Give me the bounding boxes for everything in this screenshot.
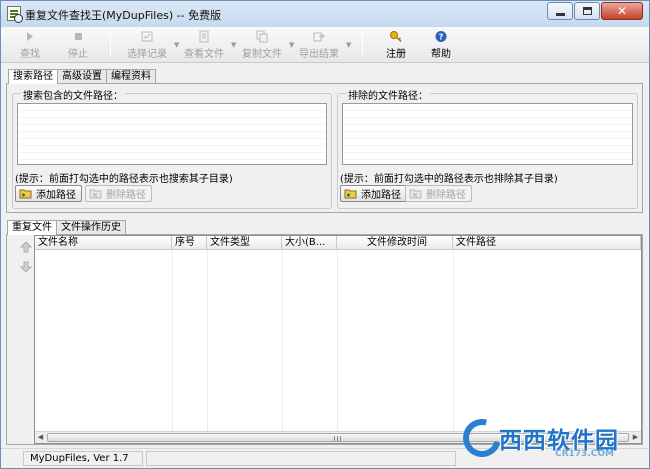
stop-icon [75, 33, 82, 40]
duplicate-files-table[interactable]: 文件名称 序号 文件类型 大小(B... 文件修改时间 文件路径 ◀ ▶ [34, 235, 642, 444]
exclude-hint: (提示：前面打勾选中的路径表示也排除其子目录) [340, 174, 558, 185]
tab-file-operation-history[interactable]: 文件操作历史 [56, 220, 126, 234]
tab-programming-info[interactable]: 编程资料 [106, 69, 156, 83]
help-icon: ? [435, 31, 447, 42]
exclude-paths-group: 排除的文件路径： (提示：前面打勾选中的路径表示也排除其子目录) 添加路径 删除… [337, 87, 638, 209]
include-path-list[interactable] [17, 103, 327, 165]
app-window: 重复文件查找王(MyDupFiles) -- 免费版 ✕ 查找 停止 选择记录 … [0, 0, 650, 469]
view-file-button[interactable]: 查看文件 [182, 29, 226, 61]
toolbar: 查找 停止 选择记录 ▼ 查看文件 ▼ 复制文件 ▼ 导出结果 ▼ 注册 ? 帮… [1, 27, 649, 63]
register-button[interactable]: 注册 [382, 29, 410, 61]
tab-search-path[interactable]: 搜索路径 [8, 69, 58, 84]
table-header: 文件名称 序号 文件类型 大小(B... 文件修改时间 文件路径 [35, 236, 641, 250]
help-label: 帮助 [431, 49, 451, 60]
maximize-icon [582, 7, 592, 15]
column-divider [282, 250, 283, 431]
site-watermark: 西西软件园 CR173.COM [456, 412, 643, 464]
view-file-dropdown[interactable]: ▼ [226, 29, 236, 61]
column-header-file-type[interactable]: 文件类型 [207, 236, 282, 250]
window-title: 重复文件查找王(MyDupFiles) -- 免费版 [25, 9, 222, 22]
tab-duplicate-files[interactable]: 重复文件 [7, 220, 57, 235]
add-folder-icon [344, 189, 357, 199]
column-divider [207, 250, 208, 431]
column-header-modified-time[interactable]: 文件修改时间 [337, 236, 453, 250]
search-path-panel: 搜索包含的文件路径： (提示：前面打勾选中的路径表示也搜索其子目录) 添加路径 … [6, 83, 643, 213]
export-results-button[interactable]: 导出结果 [297, 29, 341, 61]
remove-folder-icon [89, 189, 102, 199]
select-records-label: 选择记录 [127, 49, 167, 60]
add-include-path-button[interactable]: 添加路径 [15, 185, 82, 202]
key-icon [390, 31, 402, 43]
add-path-label: 添加路径 [361, 190, 401, 201]
close-icon: ✕ [616, 4, 628, 18]
bottom-tab-bar: 重复文件 文件操作历史 [7, 220, 126, 235]
version-label: MyDupFiles, Ver 1.7 [23, 451, 143, 466]
remove-exclude-path-button[interactable]: 删除路径 [405, 185, 472, 202]
select-records-dropdown[interactable]: ▼ [169, 29, 179, 61]
find-label: 查找 [20, 49, 40, 60]
copy-file-button[interactable]: 复制文件 [240, 29, 284, 61]
remove-include-path-button[interactable]: 删除路径 [85, 185, 152, 202]
chevron-down-icon: ▼ [231, 41, 237, 49]
select-records-icon [141, 31, 153, 42]
add-exclude-path-button[interactable]: 添加路径 [340, 185, 407, 202]
register-label: 注册 [386, 49, 406, 60]
column-header-index[interactable]: 序号 [172, 236, 207, 250]
close-button[interactable]: ✕ [601, 2, 643, 20]
view-file-icon [199, 30, 209, 43]
column-header-size[interactable]: 大小(B... [282, 236, 337, 250]
view-file-label: 查看文件 [184, 49, 224, 60]
minimize-icon [555, 12, 565, 16]
chevron-down-icon: ▼ [346, 41, 352, 49]
column-divider [453, 250, 454, 431]
include-paths-group: 搜索包含的文件路径： (提示：前面打勾选中的路径表示也搜索其子目录) 添加路径 … [12, 87, 332, 209]
copy-file-label: 复制文件 [242, 49, 282, 60]
include-hint: (提示：前面打勾选中的路径表示也搜索其子目录) [15, 174, 233, 185]
minimize-button[interactable] [547, 2, 573, 20]
column-divider [337, 250, 338, 431]
exclude-group-title: 排除的文件路径： [346, 87, 430, 102]
help-button[interactable]: ? 帮助 [427, 29, 455, 61]
export-results-dropdown[interactable]: ▼ [341, 29, 351, 61]
move-down-icon[interactable] [20, 261, 32, 273]
grip-icon [334, 436, 342, 441]
results-panel: 文件名称 序号 文件类型 大小(B... 文件修改时间 文件路径 ◀ ▶ [6, 234, 643, 445]
chevron-down-icon: ▼ [174, 41, 180, 49]
remove-path-label: 删除路径 [426, 190, 466, 201]
find-button[interactable]: 查找 [15, 29, 45, 61]
exclude-path-list[interactable] [342, 103, 633, 165]
include-group-title: 搜索包含的文件路径： [21, 87, 125, 102]
svg-text:?: ? [439, 33, 444, 42]
remove-folder-icon [409, 189, 422, 199]
export-results-label: 导出结果 [299, 49, 339, 60]
tab-advanced-settings[interactable]: 高级设置 [57, 69, 107, 83]
watermark-domain: CR173.COM [555, 449, 614, 459]
scroll-left-icon[interactable]: ◀ [35, 432, 46, 443]
status-message [146, 451, 456, 466]
chevron-down-icon: ▼ [289, 41, 295, 49]
column-header-file-name[interactable]: 文件名称 [35, 236, 172, 250]
app-logo-icon [7, 6, 23, 23]
add-folder-icon [19, 189, 32, 199]
maximize-button[interactable] [574, 2, 600, 20]
top-tab-bar: 搜索路径 高级设置 编程资料 [8, 69, 156, 84]
stop-label: 停止 [68, 49, 88, 60]
remove-path-label: 删除路径 [106, 190, 146, 201]
stop-button[interactable]: 停止 [63, 29, 93, 61]
move-up-icon[interactable] [20, 241, 32, 253]
toolbar-separator [362, 32, 363, 56]
copy-file-icon [256, 30, 268, 43]
title-bar[interactable]: 重复文件查找王(MyDupFiles) -- 免费版 ✕ [1, 1, 649, 27]
copy-file-dropdown[interactable]: ▼ [284, 29, 294, 61]
add-path-label: 添加路径 [36, 190, 76, 201]
toolbar-separator [110, 32, 111, 56]
export-icon [313, 32, 325, 42]
column-divider [172, 250, 173, 431]
select-records-button[interactable]: 选择记录 [125, 29, 169, 61]
column-header-file-path[interactable]: 文件路径 [453, 236, 641, 250]
play-icon [27, 32, 33, 41]
window-controls: ✕ [547, 2, 643, 20]
